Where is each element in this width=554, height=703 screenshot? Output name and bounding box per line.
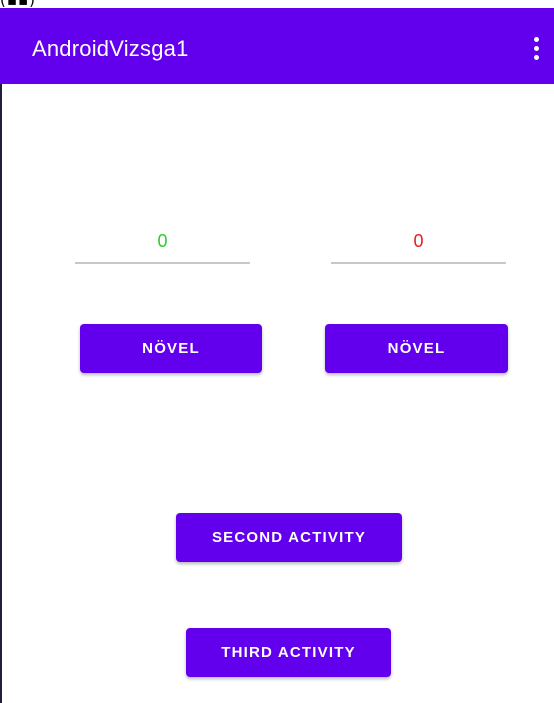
third-activity-button[interactable]: THIRD ACTIVITY — [186, 628, 391, 677]
increment-left-button[interactable]: NÖVEL — [80, 324, 262, 373]
counter-right-field[interactable]: 0 — [331, 224, 506, 264]
overflow-dot — [533, 54, 539, 60]
window-left-edge — [0, 8, 2, 703]
app-bar: AndroidVizsga1 — [0, 8, 554, 84]
app-screen: (▪▪) AndroidVizsga1 0 0 NÖVEL NÖVEL SECO… — [0, 0, 554, 703]
status-bar: (▪▪) — [0, 0, 554, 8]
counter-right-value: 0 — [413, 231, 424, 251]
counter-left-value: 0 — [157, 231, 168, 251]
overflow-dot — [533, 36, 539, 42]
increment-right-button[interactable]: NÖVEL — [325, 324, 508, 373]
more-vert-icon[interactable] — [524, 30, 548, 66]
status-bar-glyphs: (▪▪) — [0, 0, 36, 8]
second-activity-button[interactable]: SECOND ACTIVITY — [176, 513, 402, 562]
overflow-dot — [533, 45, 539, 51]
counter-left-field[interactable]: 0 — [75, 224, 250, 264]
app-title: AndroidVizsga1 — [32, 36, 189, 61]
